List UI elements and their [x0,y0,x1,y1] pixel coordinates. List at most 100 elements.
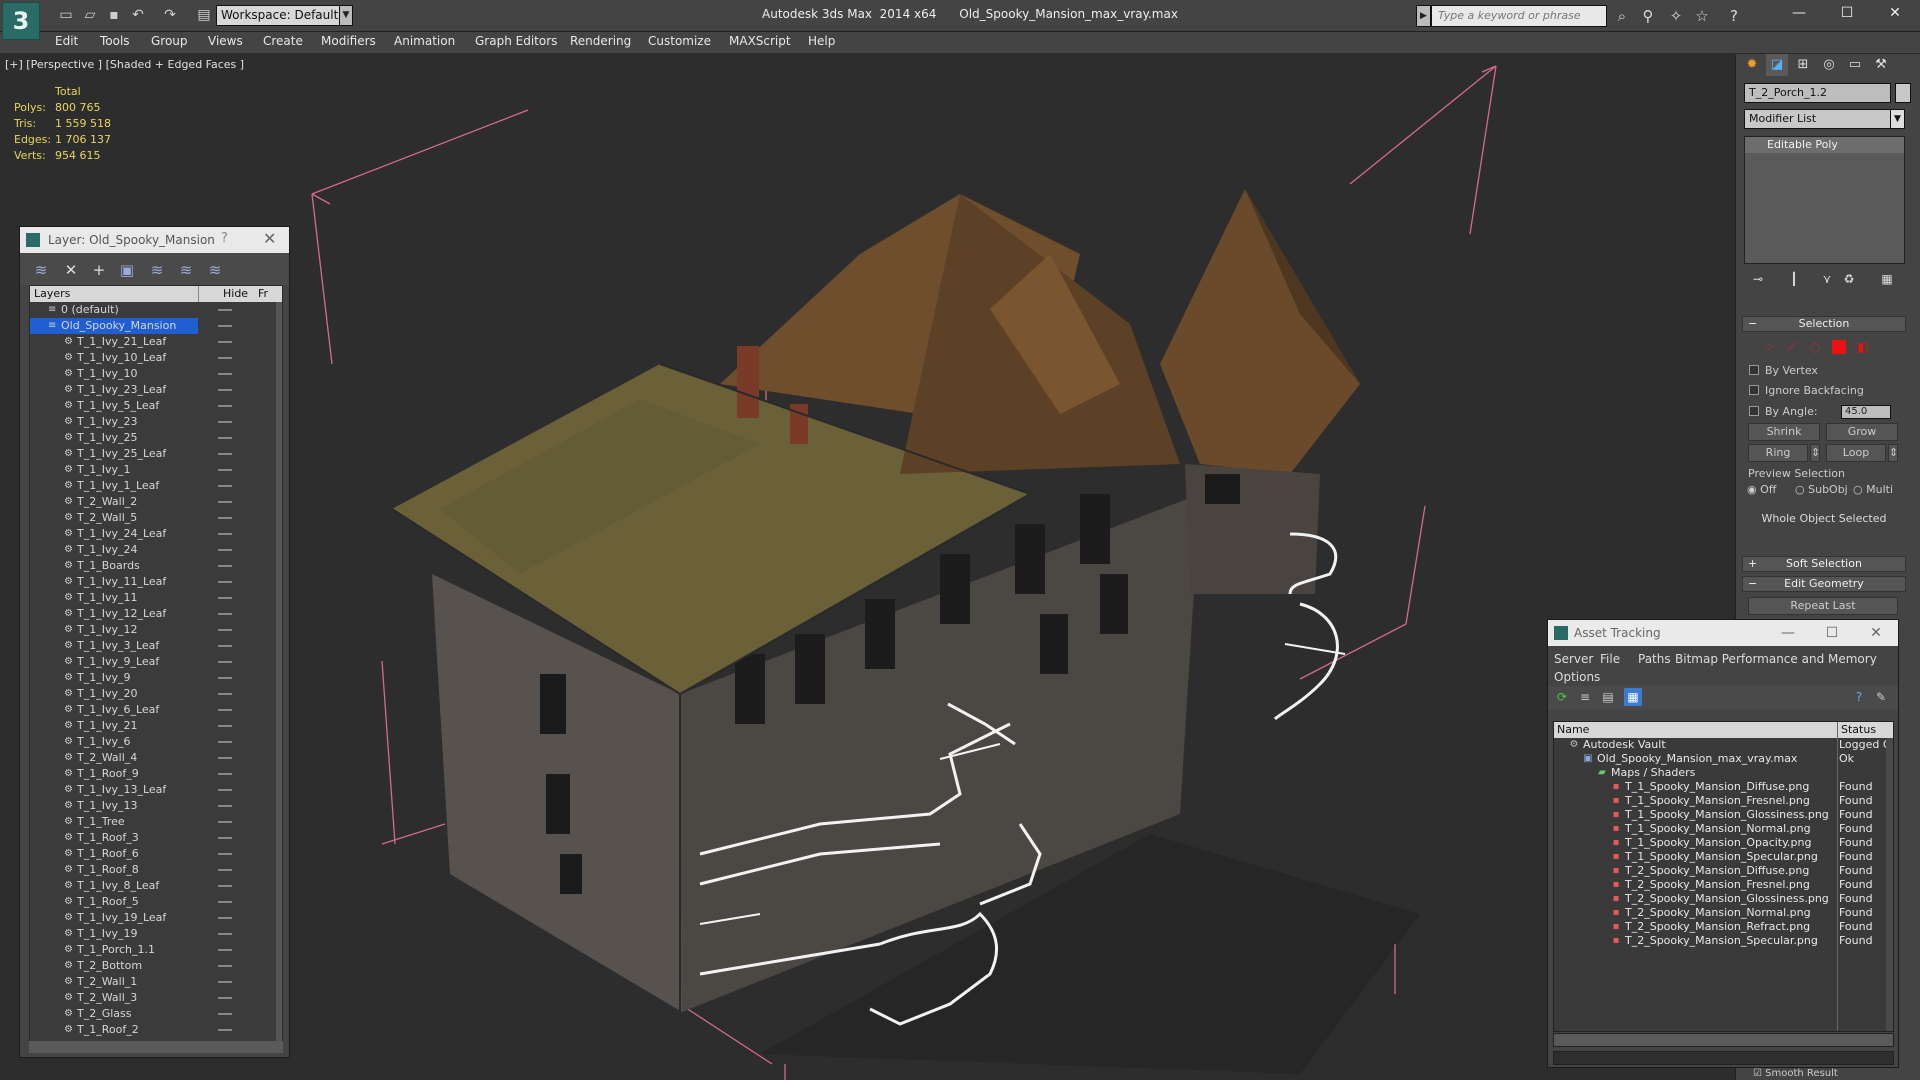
delete-layer-icon[interactable]: ✕ [60,259,82,281]
hide-toggle[interactable] [218,885,232,887]
layer-row[interactable]: ⚙ T_1_Ivy_12 [30,622,267,638]
hide-toggle[interactable] [218,517,232,519]
close-button[interactable]: ✕ [1856,622,1896,644]
hide-toggle[interactable] [218,565,232,567]
hide-toggle[interactable] [218,837,232,839]
layer-row[interactable]: ⚙ T_1_Ivy_23_Leaf [30,382,267,398]
layer-row[interactable]: ⚙ T_1_Ivy_10 [30,366,267,382]
hide-toggle[interactable] [218,1029,232,1031]
menu-animation[interactable]: Animation [394,34,455,48]
highlight-layer-icon[interactable]: ≋ [146,259,168,281]
show-end-result-icon[interactable]: ┃ [1785,270,1803,288]
help-icon[interactable]: ? [221,231,228,246]
object-name-field[interactable]: T_2_Porch_1.2 [1744,83,1891,103]
layer-row[interactable]: ⚙ T_1_Ivy_6_Leaf [30,702,267,718]
layer-row[interactable]: ⚙ T_1_Roof_3 [30,830,267,846]
layer-row[interactable]: ⚙ T_1_Ivy_20 [30,686,267,702]
remove-modifier-icon[interactable]: ♻ [1840,270,1858,288]
hide-all-layers-icon[interactable]: ≋ [175,259,197,281]
hide-toggle[interactable] [218,389,232,391]
layer-row[interactable]: ⚙ T_1_Ivy_19_Leaf [30,910,267,926]
hide-toggle[interactable] [218,613,232,615]
layer-row[interactable]: ⚙ T_1_Porch_1.1 [30,942,267,958]
hide-toggle[interactable] [218,693,232,695]
column-freeze[interactable]: Fr [258,287,268,300]
layer-row[interactable]: ⚙ T_1_Ivy_21 [30,718,267,734]
hierarchy-tab-icon[interactable]: ⊞ [1792,54,1814,76]
asset-vertical-scrollbar[interactable] [1886,738,1893,1031]
layer-vertical-scrollbar[interactable] [276,302,282,1050]
menu-file[interactable]: File [1600,652,1620,666]
layer-row[interactable]: ⚙ T_2_Wall_5 [30,510,267,526]
asset-row[interactable]: ▪ T_1_Spooky_Mansion_Diffuse.png Found [1554,780,1893,794]
display-tab-icon[interactable]: ▭ [1844,54,1866,76]
refresh-icon[interactable]: ⟳ [1553,688,1571,706]
asset-row[interactable]: ▪ T_2_Spooky_Mansion_Normal.png Found [1554,906,1893,920]
hide-toggle[interactable] [218,869,232,871]
layer-row-selected[interactable]: ≡ Old_Spooky_Mansion [30,318,232,334]
menu-group[interactable]: Group [151,34,188,48]
preview-off-radio[interactable]: ◉ Off [1747,483,1776,496]
hide-toggle[interactable] [218,997,232,999]
hide-toggle[interactable] [218,933,232,935]
angle-spinner[interactable]: 45.0 [1841,405,1891,419]
hide-toggle[interactable] [218,325,232,327]
edge-mode-icon[interactable]: ⟋ [1785,340,1799,354]
repeat-last-button[interactable]: Repeat Last [1748,597,1898,615]
redo-icon[interactable]: ↷ [160,5,180,25]
menu-help[interactable]: Help [808,34,835,48]
layer-row[interactable]: ⚙ T_1_Ivy_25 [30,430,267,446]
new-layer-icon[interactable]: ≋ [30,259,52,281]
menu-modifiers[interactable]: Modifiers [321,34,376,48]
hide-toggle[interactable] [218,965,232,967]
settings-icon[interactable]: ✎ [1872,688,1890,706]
asset-row[interactable]: ▪ T_1_Spooky_Mansion_Opacity.png Found [1554,836,1893,850]
stack-item-editable-poly[interactable]: Editable Poly [1745,137,1904,153]
hide-toggle[interactable] [218,645,232,647]
layer-row[interactable]: ⚙ T_1_Ivy_21_Leaf [30,334,267,350]
asset-row[interactable]: ▣ Old_Spooky_Mansion_max_vray.max Ok [1554,752,1893,766]
asset-row[interactable]: ▪ T_2_Spooky_Mansion_Refract.png Found [1554,920,1893,934]
modify-tab-icon[interactable]: ◪ [1766,54,1788,76]
hide-toggle[interactable] [218,981,232,983]
asset-row[interactable]: ▪ T_2_Spooky_Mansion_Diffuse.png Found [1554,864,1893,878]
layer-row[interactable]: ⚙ T_1_Ivy_13_Leaf [30,782,267,798]
layer-row[interactable]: ⚙ T_1_Ivy_23 [30,414,267,430]
hide-toggle[interactable] [218,501,232,503]
utilities-tab-icon[interactable]: ⚒ [1870,54,1892,76]
layer-row[interactable]: ⚙ T_1_Ivy_11_Leaf [30,574,267,590]
asset-row[interactable]: ▪ T_1_Spooky_Mansion_Glossiness.png Found [1554,808,1893,822]
column-name[interactable]: Name [1557,723,1589,736]
layer-row[interactable]: ⚙ T_2_Bottom [30,958,267,974]
shrink-button[interactable]: Shrink [1748,423,1820,441]
minimize-button[interactable]: — [1768,622,1808,644]
menu-graph-editors[interactable]: Graph Editors [475,34,557,48]
layer-row[interactable]: ⚙ T_1_Ivy_3_Leaf [30,638,267,654]
menu-options[interactable]: Options [1554,670,1600,684]
layer-row[interactable]: ⚙ T_1_Ivy_1_Leaf [30,478,267,494]
column-layers[interactable]: Layers [34,287,70,300]
motion-tab-icon[interactable]: ◎ [1818,54,1840,76]
smooth-result-checkbox[interactable]: ☑ Smooth Result [1753,1068,1838,1079]
asset-path-field[interactable] [1553,1051,1894,1065]
asset-row[interactable]: ▪ T_1_Spooky_Mansion_Fresnel.png Found [1554,794,1893,808]
workspace-dropdown[interactable]: Workspace: Default [216,5,352,26]
menu-views[interactable]: Views [208,34,243,48]
menu-server[interactable]: Server [1554,652,1593,666]
menu-maxscript[interactable]: MAXScript [729,34,791,48]
hide-toggle[interactable] [218,709,232,711]
asset-row[interactable]: ▪ T_2_Spooky_Mansion_Glossiness.png Found [1554,892,1893,906]
object-color-swatch[interactable] [1895,83,1911,103]
hide-toggle[interactable] [218,309,232,311]
freeze-all-layers-icon[interactable]: ≋ [204,259,226,281]
layer-row[interactable]: ⚙ T_1_Ivy_19 [30,926,267,942]
edit-geometry-rollout-header[interactable]: − Edit Geometry [1742,576,1906,592]
asset-row[interactable]: ▪ T_1_Spooky_Mansion_Normal.png Found [1554,822,1893,836]
layer-row[interactable]: ⚙ T_2_Glass [30,1006,267,1022]
polygon-mode-icon[interactable]: ■ [1832,340,1846,354]
favorites-icon[interactable]: ☆ [1690,5,1714,27]
hide-toggle[interactable] [218,549,232,551]
hide-toggle[interactable] [218,405,232,407]
layer-row[interactable]: ⚙ T_1_Roof_8 [30,862,267,878]
modifier-list-dropdown[interactable]: Modifier List [1744,109,1905,129]
